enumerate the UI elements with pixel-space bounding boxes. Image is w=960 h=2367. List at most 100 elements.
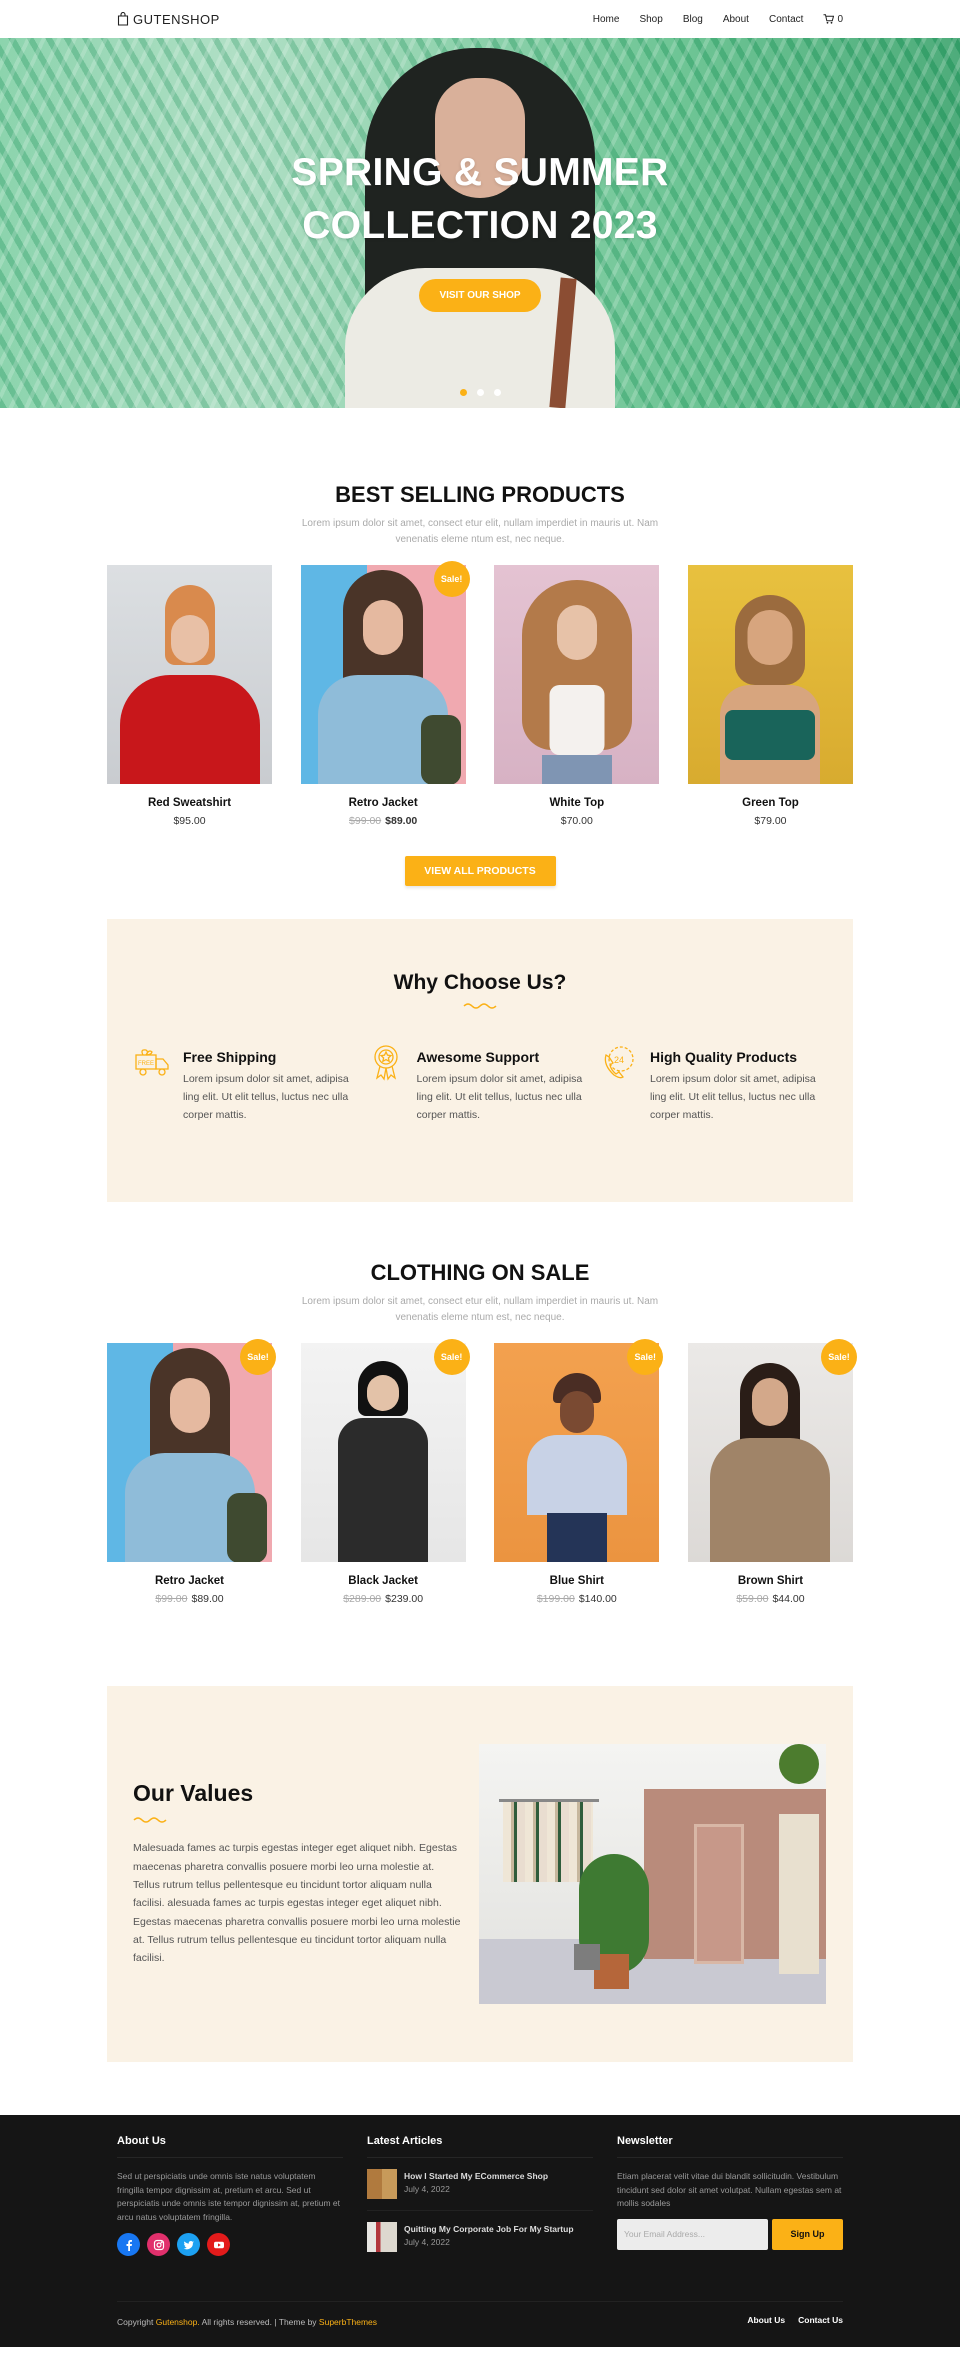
superbthemes-link[interactable]: SuperbThemes bbox=[319, 2317, 377, 2327]
social-links bbox=[117, 2233, 343, 2257]
footer-heading: About Us bbox=[117, 2135, 343, 2158]
slider-dot-1[interactable] bbox=[459, 389, 467, 396]
twitter-link[interactable] bbox=[177, 2233, 200, 2257]
copyright-mid: All rights reserved. | Theme by bbox=[199, 2317, 319, 2327]
article-item[interactable]: How I Started My ECommerce Shop July 4, … bbox=[367, 2158, 593, 2211]
article-date: July 4, 2022 bbox=[404, 2237, 450, 2247]
youtube-icon bbox=[213, 2241, 224, 2249]
product-name[interactable]: Blue Shirt bbox=[494, 1575, 659, 1587]
nav-about[interactable]: About bbox=[723, 14, 749, 25]
product-price: $70.00 bbox=[494, 815, 659, 827]
instagram-link[interactable] bbox=[147, 2233, 170, 2257]
product-card[interactable]: Sale! Retro Jacket $99.00 $89.00 bbox=[107, 1339, 276, 1605]
free-shipping-truck-icon: FREE bbox=[135, 1049, 169, 1076]
product-price: $99.00 $89.00 bbox=[107, 1593, 272, 1605]
site-header: GUTENSHOP Home Shop Blog About Contact 0 bbox=[0, 0, 960, 38]
nav-shop[interactable]: Shop bbox=[639, 14, 662, 25]
24h-phone-icon: 24 bbox=[604, 1046, 634, 1079]
feature-title: Free Shipping bbox=[183, 1049, 277, 1065]
current-price: $89.00 bbox=[385, 815, 418, 827]
email-input[interactable] bbox=[617, 2218, 768, 2250]
feature-item: Awesome Support Lorem ipsum dolor sit am… bbox=[367, 1045, 592, 1125]
svg-text:FREE: FREE bbox=[138, 1061, 154, 1067]
svg-text:24: 24 bbox=[614, 1055, 624, 1065]
product-card[interactable]: Sale! Blue Shirt $199.00 $140.00 bbox=[494, 1339, 664, 1605]
slider-dot-2[interactable] bbox=[476, 389, 484, 396]
sale-badge: Sale! bbox=[433, 561, 470, 597]
newsletter-text: Etiam placerat velit vitae dui blandit s… bbox=[617, 2171, 842, 2209]
article-thumbnail[interactable] bbox=[367, 2169, 397, 2199]
copyright: Copyright Gutenshop. All rights reserved… bbox=[117, 2317, 377, 2327]
current-price: $89.00 bbox=[191, 1593, 224, 1605]
product-name[interactable]: Retro Jacket bbox=[301, 797, 466, 809]
old-price: $199.00 bbox=[536, 1593, 575, 1605]
product-name[interactable]: Retro Jacket bbox=[107, 1575, 272, 1587]
footer-contact-us-link[interactable]: Contact Us bbox=[798, 2315, 843, 2327]
product-image[interactable] bbox=[107, 1343, 272, 1562]
product-image[interactable] bbox=[107, 565, 272, 784]
footer-latest-articles: Latest Articles How I Started My ECommer… bbox=[367, 2135, 593, 2263]
nav-contact[interactable]: Contact bbox=[769, 14, 803, 25]
main-nav: Home Shop Blog About Contact 0 bbox=[593, 14, 843, 25]
product-name[interactable]: Green Top bbox=[688, 797, 853, 809]
gutenshop-link[interactable]: Gutenshop. bbox=[156, 2317, 200, 2327]
product-name[interactable]: Brown Shirt bbox=[688, 1575, 853, 1587]
values-body: Malesuada fames ac turpis egestas intege… bbox=[133, 1842, 461, 1965]
sign-up-button[interactable]: Sign Up bbox=[772, 2218, 843, 2250]
footer-newsletter: Newsletter Etiam placerat velit vitae du… bbox=[617, 2135, 843, 2263]
sale-badge: Sale! bbox=[240, 1339, 276, 1375]
nav-blog[interactable]: Blog bbox=[683, 14, 703, 25]
product-image[interactable] bbox=[300, 565, 466, 784]
product-image[interactable] bbox=[687, 565, 853, 784]
product-image[interactable] bbox=[494, 565, 660, 784]
newsletter-form: Sign Up bbox=[617, 2218, 843, 2250]
youtube-link[interactable] bbox=[207, 2233, 230, 2257]
feature-list: FREE Free Shipping Lorem ipsum dolor sit… bbox=[107, 1045, 853, 1125]
article-item[interactable]: Quitting My Corporate Job For My Startup… bbox=[367, 2211, 593, 2263]
product-image[interactable] bbox=[687, 1343, 853, 1562]
product-card[interactable]: Sale! Retro Jacket $99.00 $89.00 bbox=[300, 561, 470, 827]
product-name[interactable]: Black Jacket bbox=[301, 1575, 466, 1587]
product-card[interactable]: Green Top $79.00 bbox=[687, 565, 853, 827]
sale-badge: Sale! bbox=[820, 1339, 857, 1375]
footer-about: About Us Sed ut perspiciatis unde omnis … bbox=[117, 2135, 343, 2263]
product-price: $99.00 $89.00 bbox=[301, 815, 466, 827]
footer-heading: Newsletter bbox=[617, 2135, 843, 2158]
copyright-prefix: Copyright bbox=[117, 2317, 156, 2327]
footer-about-us-link[interactable]: About Us bbox=[747, 2315, 785, 2327]
product-name[interactable]: White Top bbox=[494, 797, 659, 809]
article-title[interactable]: How I Started My ECommerce Shop bbox=[404, 2171, 548, 2181]
product-image[interactable] bbox=[494, 1343, 660, 1562]
site-logo[interactable]: GUTENSHOP bbox=[117, 12, 220, 27]
facebook-link[interactable] bbox=[117, 2233, 140, 2257]
product-card[interactable]: White Top $70.00 bbox=[494, 565, 660, 827]
product-image[interactable] bbox=[300, 1343, 466, 1562]
product-card[interactable]: Red Sweatshirt $95.00 bbox=[107, 565, 272, 827]
cart-icon bbox=[823, 14, 835, 24]
hero-title: SPRING & SUMMER COLLECTION 2023 bbox=[291, 146, 668, 253]
feature-title: Awesome Support bbox=[416, 1049, 540, 1065]
product-card[interactable]: Sale! Brown Shirt $59.00 $44.00 bbox=[687, 1339, 857, 1605]
feature-item: 24 High Quality Products Lorem ipsum dol… bbox=[600, 1046, 825, 1125]
nav-home[interactable]: Home bbox=[593, 14, 620, 25]
slider-dot-3[interactable] bbox=[493, 389, 501, 396]
product-card[interactable]: Sale! Black Jacket $289.00 $239.00 bbox=[300, 1339, 470, 1605]
feature-text: Lorem ipsum dolor sit amet, adipisa ling… bbox=[650, 1073, 816, 1121]
squiggle-divider-icon bbox=[463, 1003, 497, 1009]
product-name[interactable]: Red Sweatshirt bbox=[107, 797, 272, 809]
values-title: Our Values bbox=[133, 1780, 254, 1807]
hero-title-line-1: SPRING & SUMMER bbox=[291, 151, 669, 194]
product-price: $199.00 $140.00 bbox=[494, 1593, 659, 1605]
cart-count: 0 bbox=[837, 13, 843, 25]
view-all-products-button[interactable]: VIEW ALL PRODUCTS bbox=[404, 856, 556, 886]
cart-link[interactable]: 0 bbox=[823, 14, 843, 25]
old-price: $289.00 bbox=[343, 1593, 382, 1605]
old-price: $99.00 bbox=[349, 815, 382, 827]
why-title: Why Choose Us? bbox=[393, 971, 567, 994]
visit-shop-button[interactable]: VISIT OUR SHOP bbox=[419, 278, 541, 312]
current-price: $239.00 bbox=[385, 1593, 424, 1605]
article-title[interactable]: Quitting My Corporate Job For My Startup bbox=[404, 2224, 574, 2234]
sale-badge: Sale! bbox=[433, 1339, 470, 1375]
award-ribbon-icon bbox=[373, 1045, 398, 1081]
article-thumbnail[interactable] bbox=[367, 2222, 397, 2252]
